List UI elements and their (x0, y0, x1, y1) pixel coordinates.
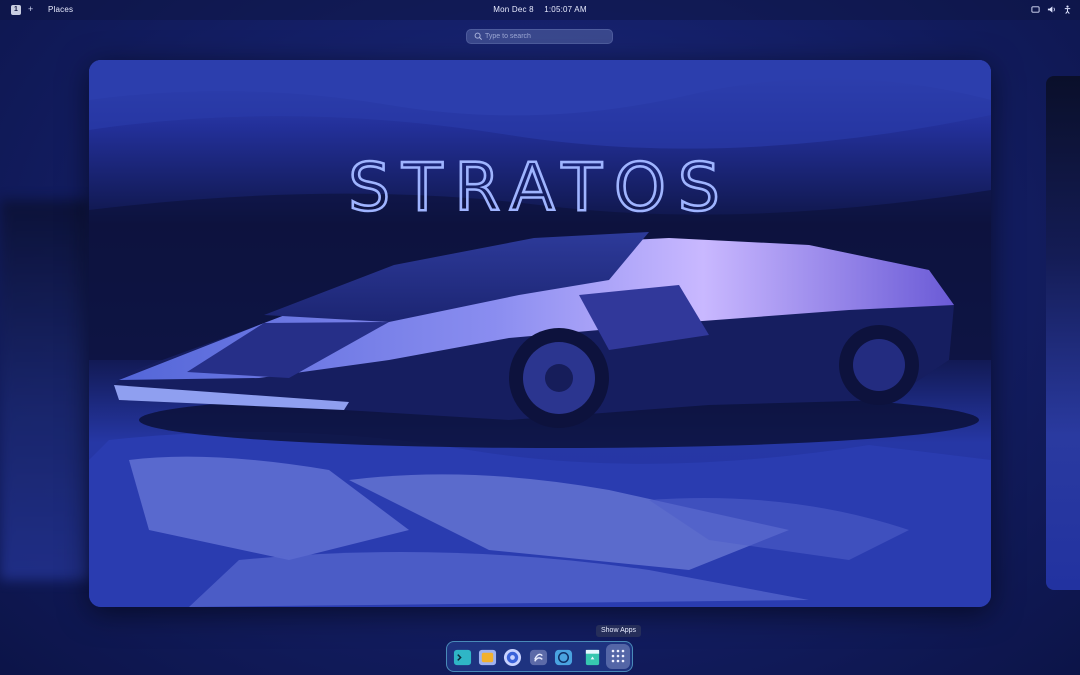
show-apps-tooltip: Show Apps (596, 625, 642, 637)
settings-icon[interactable] (503, 648, 522, 667)
software-icon[interactable] (529, 648, 548, 667)
search-input[interactable] (483, 29, 612, 44)
wallpaper: STRATOS (89, 60, 991, 607)
dock (446, 641, 633, 672)
previous-workspace-preview (0, 200, 90, 580)
search-bar[interactable] (466, 29, 613, 44)
screen-icon[interactable] (1031, 5, 1040, 14)
clock-time: 1:05:07 AM (544, 5, 587, 14)
volume-icon[interactable] (1047, 5, 1056, 14)
workspace-preview[interactable]: STRATOS (89, 60, 991, 607)
system-tray[interactable] (1031, 5, 1072, 14)
terminal-icon[interactable] (453, 648, 472, 667)
grid-icon (611, 649, 625, 663)
browser-icon[interactable] (554, 648, 573, 667)
clock[interactable]: Mon Dec 8 1:05:07 AM (0, 5, 1080, 14)
files-icon[interactable] (478, 648, 497, 667)
wallpaper-title: STRATOS (348, 149, 732, 226)
recycle-icon[interactable] (583, 648, 602, 667)
accessibility-icon[interactable] (1063, 5, 1072, 14)
clock-date: Mon Dec 8 (493, 5, 534, 14)
next-workspace-preview[interactable] (1046, 76, 1080, 590)
show-apps-button[interactable] (606, 644, 630, 669)
top-bar: 1 + Places Mon Dec 8 1:05:07 AM (0, 0, 1080, 20)
search-icon (474, 32, 483, 41)
